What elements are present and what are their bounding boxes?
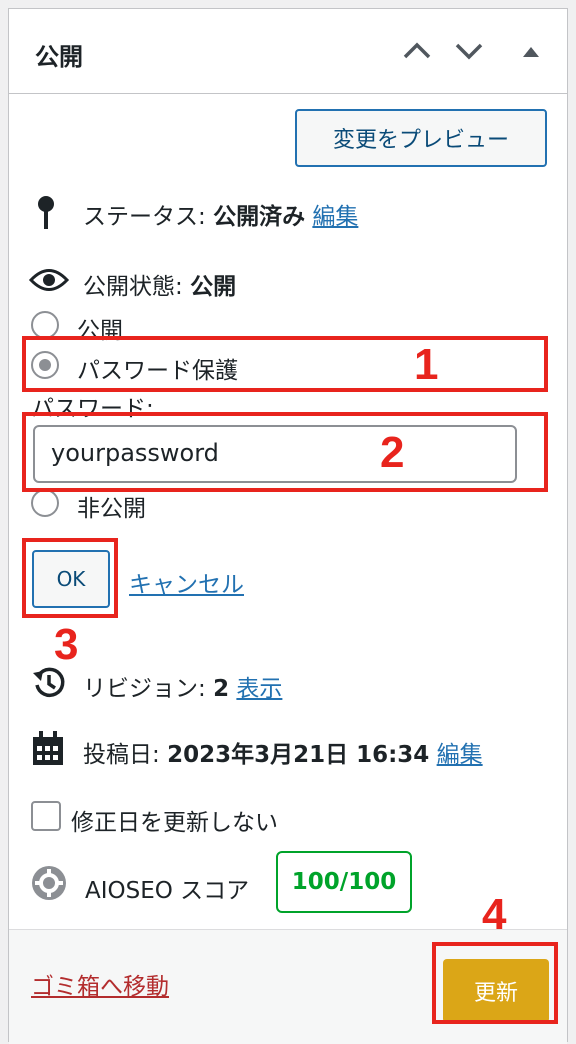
revisions-row: リビジョン: 2 表示 <box>83 669 282 703</box>
chevron-up-icon <box>403 42 431 59</box>
visibility-label: 公開状態: <box>83 274 183 300</box>
visibility-value: 公開 <box>190 274 237 300</box>
preview-changes-button[interactable]: 変更をプレビュー <box>295 109 547 167</box>
cancel-link[interactable]: キャンセル <box>129 565 244 599</box>
radio-private[interactable] <box>31 489 59 517</box>
annotation-number-1: 1 <box>414 340 439 389</box>
annotation-number-3: 3 <box>54 620 79 669</box>
revisions-view-link[interactable]: 表示 <box>236 676 282 702</box>
revisions-label: リビジョン: <box>83 676 206 702</box>
radio-public[interactable] <box>31 311 59 339</box>
status-row: ステータス: 公開済み 編集 <box>83 197 358 231</box>
publish-date-label: 投稿日: <box>83 742 160 768</box>
visibility-row: 公開状態: 公開 <box>83 267 236 301</box>
move-down-button[interactable] <box>451 35 487 67</box>
move-up-button[interactable] <box>399 35 435 67</box>
publish-date-row: 投稿日: 2023年3月21日 16:34 編集 <box>83 735 483 769</box>
move-to-trash-link[interactable]: ゴミ箱へ移動 <box>31 967 169 1001</box>
no-modified-checkbox[interactable] <box>31 801 61 831</box>
collapse-toggle-button[interactable] <box>513 35 549 67</box>
chevron-down-icon <box>455 43 483 60</box>
pin-icon <box>38 196 54 229</box>
annotation-box-4 <box>432 942 558 1024</box>
panel-title: 公開 <box>35 43 83 71</box>
triangle-up-icon <box>523 47 539 57</box>
annotation-box-1 <box>22 336 548 392</box>
status-value: 公開済み <box>213 204 306 230</box>
annotation-number-4: 4 <box>482 890 507 939</box>
status-label: ステータス: <box>83 204 206 230</box>
annotation-number-2: 2 <box>380 428 405 477</box>
panel-header: 公開 <box>9 9 567 94</box>
annotation-box-2 <box>22 412 548 492</box>
eye-icon <box>29 269 69 291</box>
publish-date-value: 2023年3月21日 16:34 <box>167 742 430 768</box>
history-icon <box>33 667 65 698</box>
status-edit-link[interactable]: 編集 <box>312 204 358 230</box>
calendar-icon <box>33 731 63 765</box>
aioseo-score-badge[interactable]: 100/100 <box>276 851 412 913</box>
publish-date-edit-link[interactable]: 編集 <box>437 742 483 768</box>
aioseo-icon <box>32 866 66 900</box>
publish-panel: 公開 変更をプレビュー ステータス: 公開済み 編集 公開状態: 公開 公開 パ… <box>8 8 568 1044</box>
annotation-box-3 <box>22 538 118 618</box>
revisions-count: 2 <box>213 676 230 702</box>
no-modified-label: 修正日を更新しない <box>71 810 278 836</box>
radio-private-label: 非公開 <box>77 496 146 522</box>
aioseo-label: AIOSEO スコア <box>85 878 250 904</box>
